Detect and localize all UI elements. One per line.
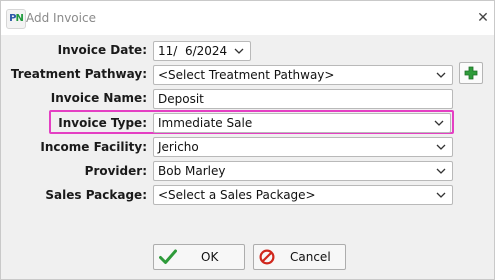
no-entry-icon <box>259 249 275 268</box>
chevron-down-icon <box>436 163 446 179</box>
close-button[interactable]: ✕ <box>475 9 491 27</box>
invoice-name-label: Invoice Name: <box>50 91 147 105</box>
invoice-date-picker[interactable]: 11/ 6/2024 <box>153 41 251 61</box>
window-title: Add Invoice <box>26 11 96 25</box>
income-facility-value: Jericho <box>158 140 199 154</box>
chevron-down-icon <box>234 43 244 59</box>
invoice-type-select[interactable]: Immediate Sale <box>153 113 451 133</box>
sales-package-select[interactable]: <Select a Sales Package> <box>153 185 453 205</box>
income-facility-label: Income Facility: <box>40 140 147 154</box>
treatment-pathway-select[interactable]: <Select Treatment Pathway> <box>153 65 453 85</box>
income-facility-select[interactable]: Jericho <box>153 137 453 157</box>
chevron-down-icon <box>436 139 446 155</box>
provider-select[interactable]: Bob Marley <box>153 161 453 181</box>
close-icon: ✕ <box>477 10 489 26</box>
add-treatment-pathway-button[interactable] <box>459 62 483 84</box>
checkmark-icon <box>159 249 177 268</box>
add-invoice-dialog: PN Add Invoice ✕ Invoice Date: 11/ 6/202… <box>0 0 495 280</box>
ok-label: OK <box>201 250 219 264</box>
chevron-down-icon <box>434 115 444 131</box>
app-logo: PN <box>6 9 26 29</box>
cancel-button[interactable]: Cancel <box>253 244 346 270</box>
plus-icon <box>464 66 478 83</box>
chevron-down-icon <box>436 67 446 83</box>
invoice-name-input[interactable]: Deposit <box>153 89 453 109</box>
sales-package-label: Sales Package: <box>45 188 147 202</box>
cancel-label: Cancel <box>290 250 331 264</box>
title-bar: PN Add Invoice ✕ <box>1 1 494 35</box>
invoice-type-label: Invoice Type: <box>58 116 147 130</box>
provider-label: Provider: <box>84 164 147 178</box>
invoice-date-value: 11/ 6/2024 <box>158 44 228 58</box>
provider-value: Bob Marley <box>158 164 226 178</box>
invoice-name-value: Deposit <box>158 92 204 106</box>
treatment-pathway-label: Treatment Pathway: <box>10 67 147 81</box>
sales-package-value: <Select a Sales Package> <box>158 188 316 202</box>
treatment-pathway-value: <Select Treatment Pathway> <box>158 68 335 82</box>
invoice-date-label: Invoice Date: <box>57 43 147 57</box>
invoice-type-value: Immediate Sale <box>158 116 253 130</box>
ok-button[interactable]: OK <box>153 244 245 270</box>
chevron-down-icon <box>436 187 446 203</box>
